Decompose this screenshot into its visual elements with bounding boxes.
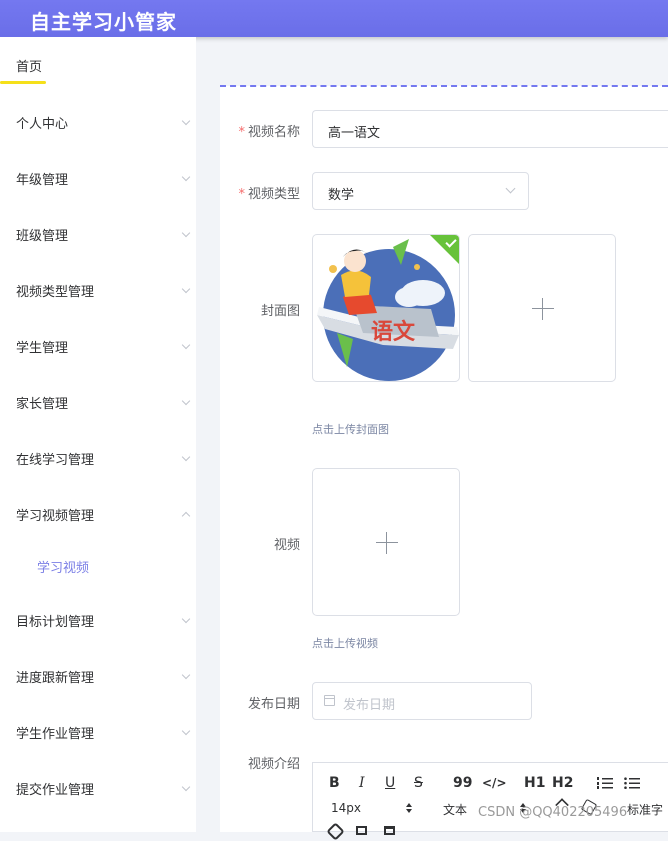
plus-icon — [386, 532, 387, 554]
dashed-divider — [220, 85, 668, 87]
chevron-down-icon — [181, 726, 191, 736]
cover-image-text: 语文 — [371, 319, 416, 345]
label-text: 发布日期 — [247, 697, 300, 712]
sidebar-item-label: 进度跟新管理 — [16, 671, 95, 686]
sidebar-item-progress[interactable]: 进度跟新管理 — [0, 656, 196, 696]
video-label: 视频 — [220, 534, 300, 553]
sidebar-item-label: 班级管理 — [16, 229, 69, 244]
plus-icon — [532, 308, 554, 309]
sidebar-item-goal-plan[interactable]: 目标计划管理 — [0, 600, 196, 640]
sidebar-subitem-label: 学习视频 — [37, 561, 90, 576]
chevron-down-icon — [181, 284, 191, 294]
cover-illustration: 语文 — [317, 239, 459, 381]
cover-label: 封面图 — [220, 300, 300, 319]
label-text: 封面图 — [260, 304, 300, 319]
sidebar-item-label: 学生作业管理 — [16, 727, 95, 742]
underline-button[interactable]: U — [385, 775, 395, 791]
video-type-select[interactable]: 数学 — [312, 172, 529, 210]
sidebar-item-label: 学习视频管理 — [16, 509, 95, 524]
input-value: 高一语文 — [328, 126, 381, 141]
active-indicator — [0, 81, 46, 84]
sidebar-item-parent[interactable]: 家长管理 — [0, 382, 196, 422]
calendar-icon — [324, 695, 335, 706]
italic-button[interactable]: I — [359, 775, 365, 791]
cover-upload-hint[interactable]: 点击上传封面图 — [312, 421, 389, 437]
chevron-down-icon — [181, 452, 191, 462]
sidebar-item-label: 首页 — [16, 60, 43, 75]
video-intro-label: 视频介绍 — [220, 753, 300, 772]
sidebar-item-class[interactable]: 班级管理 — [0, 214, 196, 254]
cover-image-thumbnail[interactable]: 语文 — [312, 234, 460, 382]
sidebar-item-video-type[interactable]: 视频类型管理 — [0, 270, 196, 310]
font-size-select[interactable]: 14px — [331, 801, 361, 815]
image-icon[interactable] — [356, 826, 367, 835]
chevron-down-icon — [181, 172, 191, 182]
app-header: 自主学习小管家 — [0, 0, 668, 37]
chevron-down-icon — [181, 396, 191, 406]
label-text: 视频介绍 — [247, 757, 300, 772]
sort-arrows-icon — [406, 809, 412, 813]
chevron-down-icon — [181, 228, 191, 238]
chevron-down-icon — [181, 116, 191, 126]
sidebar-item-label: 个人中心 — [16, 117, 69, 132]
plus-icon — [542, 298, 543, 320]
sidebar: 首页 个人中心 年级管理 班级管理 视频类型管理 学生管理 家长管理 在线学习管… — [0, 37, 196, 832]
heading1-button[interactable]: H1 — [524, 775, 545, 791]
font-family-select[interactable]: 标准字 — [627, 801, 663, 818]
video-name-label: * 视频名称 — [220, 121, 300, 140]
video-type-label: * 视频类型 — [220, 183, 300, 202]
required-mark: * — [238, 187, 245, 202]
sidebar-item-label: 学生管理 — [16, 341, 69, 356]
sidebar-item-label: 年级管理 — [16, 173, 69, 188]
quote-button[interactable]: 99 — [453, 775, 472, 791]
rich-text-editor[interactable]: B I U S 99 </> H1 H2 14px 文本 标准字 — [312, 762, 668, 841]
app-title: 自主学习小管家 — [30, 10, 177, 34]
watermark: CSDN @QQ402205496 — [478, 805, 628, 820]
date-placeholder: 发布日期 — [343, 698, 396, 713]
text-style-select[interactable]: 文本 — [443, 801, 467, 818]
sidebar-item-label: 家长管理 — [16, 397, 69, 412]
publish-date-label: 发布日期 — [220, 693, 300, 712]
sidebar-item-label: 在线学习管理 — [16, 453, 95, 468]
strikethrough-button[interactable]: S — [414, 775, 423, 791]
bold-button[interactable]: B — [329, 775, 340, 791]
sidebar-item-home[interactable]: 首页 — [0, 37, 196, 87]
plus-icon — [376, 542, 398, 543]
code-button[interactable]: </> — [482, 776, 507, 790]
chevron-down-icon — [181, 614, 191, 624]
label-text: 视频 — [273, 538, 300, 553]
bullet-list-icon[interactable] — [624, 776, 640, 790]
chevron-down-icon — [181, 670, 191, 680]
heading2-button[interactable]: H2 — [552, 775, 573, 791]
chevron-down-icon — [181, 340, 191, 350]
chevron-down-icon — [181, 782, 191, 792]
sidebar-item-homework[interactable]: 学生作业管理 — [0, 712, 196, 752]
sidebar-item-personal-center[interactable]: 个人中心 — [0, 102, 196, 142]
ordered-list-icon[interactable] — [597, 776, 613, 790]
sidebar-subitem-study-video[interactable]: 学习视频 — [0, 546, 196, 586]
chevron-up-icon — [181, 511, 191, 521]
video-upload-button[interactable] — [312, 468, 460, 616]
required-mark: * — [238, 125, 245, 140]
sidebar-item-study-video[interactable]: 学习视频管理 — [0, 494, 196, 534]
sidebar-item-submit-homework[interactable]: 提交作业管理 — [0, 768, 196, 808]
sidebar-item-label: 视频类型管理 — [16, 285, 95, 300]
publish-date-picker[interactable]: 发布日期 — [312, 682, 532, 720]
label-text: 视频类型 — [247, 187, 300, 202]
select-value: 数学 — [328, 188, 355, 203]
label-text: 视频名称 — [247, 125, 300, 140]
video-name-input[interactable]: 高一语文 — [312, 110, 668, 148]
cover-upload-button[interactable] — [468, 234, 616, 382]
sort-arrows-icon — [406, 803, 412, 807]
sidebar-item-label: 目标计划管理 — [16, 615, 95, 630]
sidebar-item-online-learning[interactable]: 在线学习管理 — [0, 438, 196, 478]
video-icon[interactable] — [384, 826, 395, 835]
sidebar-item-grade[interactable]: 年级管理 — [0, 158, 196, 198]
sidebar-item-student[interactable]: 学生管理 — [0, 326, 196, 366]
chevron-down-icon — [505, 183, 516, 194]
sidebar-item-label: 提交作业管理 — [16, 783, 95, 798]
video-upload-hint[interactable]: 点击上传视频 — [312, 635, 378, 651]
